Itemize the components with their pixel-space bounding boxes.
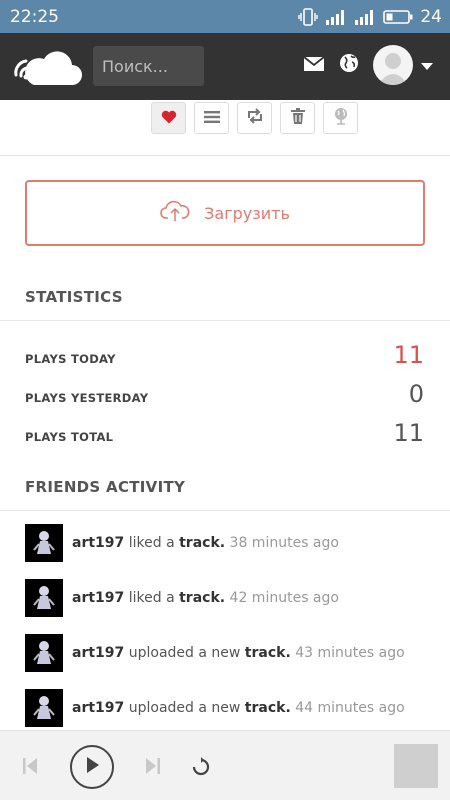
- user-thumbnail[interactable]: [25, 634, 63, 672]
- activity-time: 44 minutes ago: [295, 700, 405, 716]
- like-button[interactable]: [151, 102, 186, 134]
- plays-today-value: 11: [393, 341, 424, 369]
- plays-yesterday-label: PLAYS YESTERDAY: [25, 391, 149, 405]
- track-actions: [151, 102, 358, 134]
- skip-previous-icon[interactable]: [22, 757, 38, 779]
- signal-icon-2: [354, 9, 376, 25]
- add-to-playlist-button[interactable]: [194, 102, 229, 134]
- trash-icon: [290, 108, 305, 128]
- activity-item: art197 liked a track. 38 minutes ago: [25, 524, 445, 562]
- divider: [0, 320, 450, 321]
- user-thumbnail[interactable]: [25, 524, 63, 562]
- search-input[interactable]: Поиск...: [93, 46, 204, 86]
- activity-object[interactable]: track.: [245, 645, 291, 661]
- activity-action: liked a: [128, 590, 175, 606]
- play-icon: [84, 756, 100, 778]
- divider: [0, 155, 450, 156]
- activity-object[interactable]: track.: [245, 700, 291, 716]
- activity-time: 43 minutes ago: [295, 645, 405, 661]
- signal-icon: [325, 9, 347, 25]
- activity-action: uploaded a new: [128, 700, 241, 716]
- track-cover[interactable]: [394, 744, 438, 788]
- divider: [0, 510, 450, 511]
- soundcloud-logo-icon[interactable]: [12, 45, 82, 89]
- plays-total-label: PLAYS TOTAL: [25, 430, 114, 444]
- play-button[interactable]: [70, 745, 114, 789]
- user-menu[interactable]: [373, 45, 433, 85]
- globe-icon[interactable]: [339, 53, 359, 77]
- plays-today-label: PLAYS TODAY: [25, 352, 116, 366]
- battery-percent: 24: [420, 6, 442, 27]
- battery-icon: [383, 9, 413, 25]
- plays-total-value: 11: [393, 419, 424, 447]
- upload-button[interactable]: Загрузить: [25, 180, 425, 246]
- friends-activity-title: FRIENDS ACTIVITY: [25, 478, 186, 496]
- activity-user[interactable]: art197: [72, 645, 124, 661]
- activity-item: art197 uploaded a new track. 43 minutes …: [25, 634, 445, 672]
- cloud-upload-icon: [160, 200, 190, 226]
- upload-label: Загрузить: [204, 203, 290, 223]
- globe-icon: [333, 107, 349, 129]
- status-bar: 22:25 24: [0, 0, 450, 33]
- heart-icon: [161, 109, 177, 128]
- share-button[interactable]: [323, 102, 358, 134]
- user-thumbnail[interactable]: [25, 689, 63, 727]
- activity-user[interactable]: art197: [72, 535, 124, 551]
- repost-icon: [246, 108, 264, 128]
- activity-action: liked a: [128, 535, 175, 551]
- activity-item: art197 liked a track. 42 minutes ago: [25, 579, 445, 617]
- activity-user[interactable]: art197: [72, 590, 124, 606]
- top-header: Поиск...: [0, 33, 450, 100]
- list-icon: [203, 109, 220, 128]
- player-bar: [0, 730, 450, 800]
- activity-time: 42 minutes ago: [229, 590, 339, 606]
- vibrate-icon: [298, 7, 319, 26]
- statistics-title: STATISTICS: [25, 288, 123, 306]
- activity-user[interactable]: art197: [72, 700, 124, 716]
- activity-action: uploaded a new: [128, 645, 241, 661]
- plays-yesterday-value: 0: [408, 380, 424, 408]
- activity-item: art197 uploaded a new track. 44 minutes …: [25, 689, 445, 727]
- activity-time: 38 minutes ago: [229, 535, 339, 551]
- skip-next-icon[interactable]: [145, 757, 161, 779]
- repeat-icon[interactable]: [191, 757, 211, 781]
- chevron-down-icon[interactable]: [421, 56, 433, 75]
- user-thumbnail[interactable]: [25, 579, 63, 617]
- mail-icon[interactable]: [303, 55, 325, 77]
- status-time: 22:25: [10, 6, 59, 27]
- activity-object[interactable]: track.: [179, 590, 225, 606]
- activity-object[interactable]: track.: [179, 535, 225, 551]
- repost-button[interactable]: [237, 102, 272, 134]
- delete-button[interactable]: [280, 102, 315, 134]
- avatar[interactable]: [373, 45, 413, 85]
